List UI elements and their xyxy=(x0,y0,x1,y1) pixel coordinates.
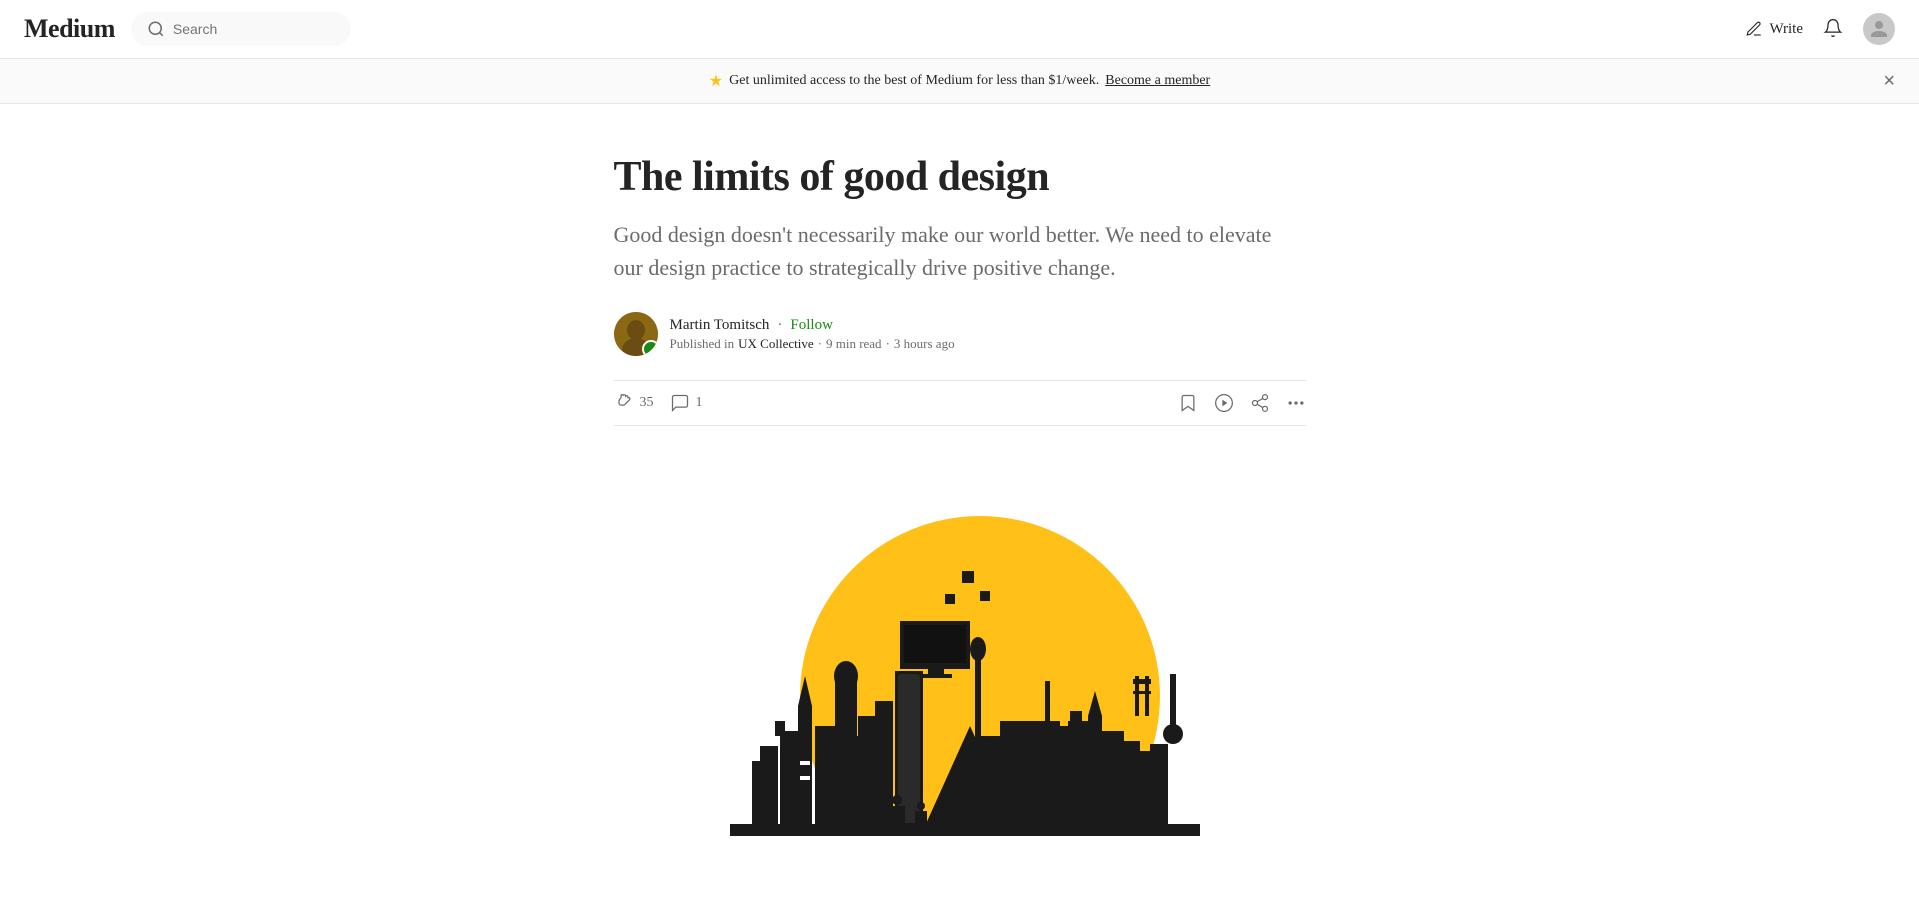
follow-separator: · xyxy=(777,317,782,334)
play-icon xyxy=(1214,393,1234,413)
author-name-row: Martin Tomitsch · Follow xyxy=(670,317,955,334)
meta-dot-2: · xyxy=(886,336,890,352)
follow-button[interactable]: Follow xyxy=(790,317,833,334)
comment-button[interactable]: 1 xyxy=(670,393,703,413)
hero-image-container xyxy=(614,466,1306,836)
publication-link[interactable]: UX Collective xyxy=(738,336,813,352)
header-left: Medium xyxy=(24,12,351,46)
banner-close-button[interactable]: × xyxy=(1883,71,1895,91)
article-subtitle: Good design doesn't necessarily make our… xyxy=(614,218,1306,284)
clap-icon xyxy=(614,393,634,413)
author-name[interactable]: Martin Tomitsch xyxy=(670,317,770,334)
read-time: 9 min read xyxy=(826,336,882,352)
author-badge xyxy=(642,340,658,356)
more-icon xyxy=(1286,393,1306,413)
listen-button[interactable] xyxy=(1214,393,1234,413)
banner-content: ★ Get unlimited access to the best of Me… xyxy=(709,71,1210,91)
time-ago: 3 hours ago xyxy=(894,336,955,352)
search-input[interactable] xyxy=(173,21,335,37)
write-label: Write xyxy=(1769,21,1803,38)
banner-text: Get unlimited access to the best of Medi… xyxy=(729,73,1099,89)
comment-count: 1 xyxy=(696,395,703,411)
user-icon xyxy=(1869,19,1889,39)
search-icon xyxy=(147,20,165,38)
clap-button[interactable]: 35 xyxy=(614,393,654,413)
write-button[interactable]: Write xyxy=(1745,20,1803,38)
star-icon: ★ xyxy=(709,71,723,91)
badge-icon xyxy=(646,344,656,354)
bookmark-icon xyxy=(1178,393,1198,413)
author-avatar[interactable] xyxy=(614,312,658,356)
bookmark-button[interactable] xyxy=(1178,393,1198,413)
logo[interactable]: Medium xyxy=(24,14,115,44)
more-button[interactable] xyxy=(1286,393,1306,413)
article-container: The limits of good design Good design do… xyxy=(590,104,1330,836)
bell-icon xyxy=(1823,18,1843,38)
write-icon xyxy=(1745,20,1763,38)
author-info: Martin Tomitsch · Follow Published in UX… xyxy=(670,317,955,352)
action-bar-left: 35 1 xyxy=(614,393,703,413)
hero-illustration xyxy=(680,466,1240,836)
article-title: The limits of good design xyxy=(614,152,1306,202)
action-bar-right xyxy=(1178,393,1306,413)
become-member-link[interactable]: Become a member xyxy=(1105,73,1210,89)
share-icon xyxy=(1250,393,1270,413)
header: Medium Write xyxy=(0,0,1919,59)
search-bar[interactable] xyxy=(131,12,351,46)
avatar[interactable] xyxy=(1863,13,1895,45)
article-meta: Published in UX Collective · 9 min read … xyxy=(670,336,955,352)
clap-count: 35 xyxy=(640,395,654,411)
meta-dot-1: · xyxy=(818,336,822,352)
share-button[interactable] xyxy=(1250,393,1270,413)
author-row: Martin Tomitsch · Follow Published in UX… xyxy=(614,312,1306,356)
banner: ★ Get unlimited access to the best of Me… xyxy=(0,59,1919,104)
header-right: Write xyxy=(1745,13,1895,45)
notifications-button[interactable] xyxy=(1823,18,1843,41)
published-in-label: Published in xyxy=(670,336,735,352)
comment-icon xyxy=(670,393,690,413)
action-bar: 35 1 xyxy=(614,380,1306,426)
